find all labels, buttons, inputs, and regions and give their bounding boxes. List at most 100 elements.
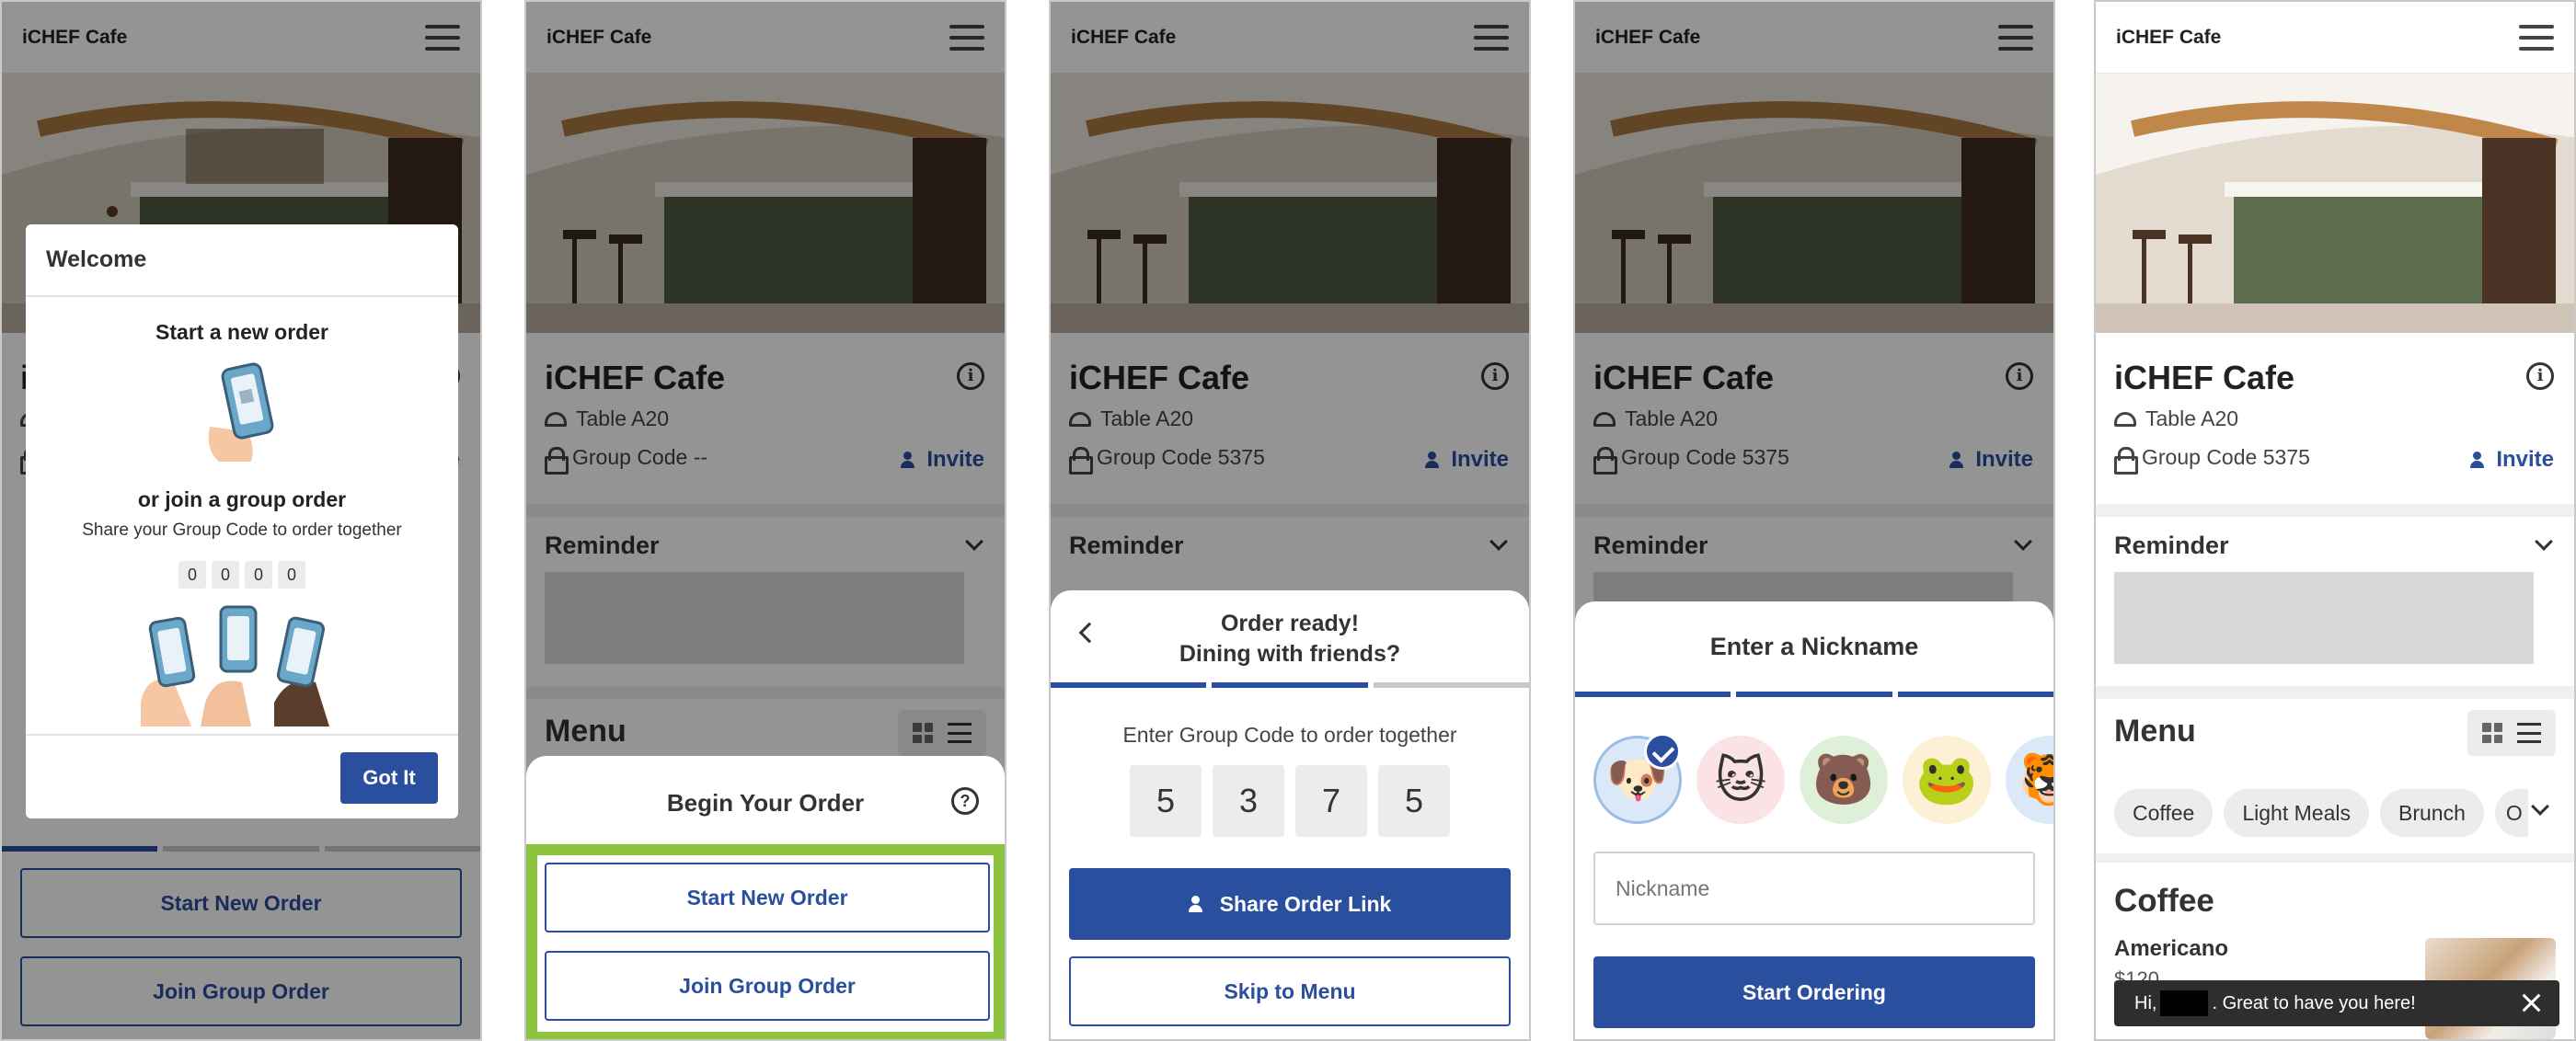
sheet-title-line1: Order ready! [1220, 611, 1360, 636]
flow-screenshots: iCHEF Cafe iCHEF Cafe i Table A20 Gr [0, 0, 2576, 1041]
table-label: Table A20 [2145, 406, 2239, 430]
bear-avatar-glyph: 🐻 [1812, 751, 1875, 807]
phone-hand-icon [208, 362, 274, 462]
screen-menu: iCHEF Cafe iCHEF Cafe i Table A20 Group … [2094, 0, 2576, 1041]
dog-avatar-icon[interactable]: 🐶 [1593, 733, 1682, 824]
toast-prefix: Hi, [2134, 992, 2157, 1013]
chevron-down-icon[interactable] [2535, 532, 2553, 551]
screen-begin-order: iCHEF Cafe iCHEF Cafe i Table A20 Group … [524, 0, 1006, 1041]
cat-avatar-glyph: 🐱 [1714, 752, 1767, 808]
section-divider [2096, 686, 2574, 699]
cafe-interior-illustration [2096, 74, 2574, 333]
screen-nickname: iCHEF Cafe iCHEF Cafe i Table A20 Group … [1573, 0, 2055, 1041]
start-new-order-label: Start New Order [686, 885, 848, 909]
nickname-input[interactable] [1593, 852, 2035, 925]
screen-welcome: iCHEF Cafe iCHEF Cafe i Table A20 Gr [0, 0, 482, 1041]
group-code-digits: 5 3 7 5 [1051, 765, 1529, 837]
categories-expand-icon[interactable] [2531, 797, 2549, 816]
menu-heading: Menu [2114, 714, 2196, 749]
reminder-content [2114, 572, 2534, 664]
table-row: Table A20 [2114, 406, 2238, 431]
section-divider [2096, 853, 2574, 863]
nickname-sheet: Enter a Nickname 🐶 🐱 🐻 🐸 🐯 Start Orderin… [1575, 601, 2053, 1039]
cat-avatar-icon[interactable]: 🐱 [1696, 736, 1785, 824]
share-order-link-label: Share Order Link [1219, 891, 1392, 916]
grid-view-icon[interactable] [2482, 723, 2502, 743]
cafe-hero-image [2096, 74, 2574, 333]
section-divider [2096, 504, 2574, 517]
skip-to-menu-label: Skip to Menu [1224, 978, 1356, 1003]
sheet-title: Enter a Nickname [1709, 633, 1919, 660]
category-tabs: Coffee Light Meals Brunch O [2114, 789, 2528, 837]
welcome-toast: Hi, . Great to have you here! [2114, 980, 2559, 1026]
tray-icon [2114, 411, 2136, 427]
add-person-icon [2470, 452, 2489, 468]
join-subtext: Share your Group Code to order together [82, 520, 402, 540]
code-digit: 0 [278, 561, 305, 589]
join-group-order-button[interactable]: Join Group Order [545, 951, 990, 1021]
reminder-heading: Reminder [2114, 532, 2229, 559]
code-digit: 0 [212, 561, 239, 589]
redacted-name [2160, 990, 2209, 1016]
add-person-icon [1188, 896, 1207, 912]
item-name[interactable]: Americano [2114, 936, 2228, 962]
group-code-label: Group Code 5375 [2142, 445, 2310, 469]
view-toggle[interactable] [2467, 710, 2556, 756]
start-ordering-label: Start Ordering [1742, 979, 1886, 1004]
category-tab-more[interactable]: O [2494, 789, 2528, 837]
code-digit: 5 [1378, 765, 1450, 837]
start-new-order-button[interactable]: Start New Order [545, 863, 990, 932]
category-tab-light-meals[interactable]: Light Meals [2224, 789, 2369, 837]
share-order-link-button[interactable]: Share Order Link [1069, 868, 1511, 940]
sheet-title: Begin Your Order [666, 789, 865, 817]
code-digit: 0 [178, 561, 206, 589]
code-digit: 7 [1295, 765, 1367, 837]
dialog-divider [26, 295, 458, 297]
hamburger-menu-icon[interactable] [2519, 24, 2554, 51]
code-digit: 0 [245, 561, 272, 589]
frog-avatar-icon[interactable]: 🐸 [1903, 736, 1991, 824]
join-heading: or join a group order [137, 487, 347, 511]
screen-group-code: iCHEF Cafe iCHEF Cafe i Table A20 Group … [1049, 0, 1531, 1041]
dialog-title: Welcome [46, 246, 147, 272]
start-ordering-button[interactable]: Start Ordering [1593, 956, 2035, 1028]
sheet-title-line2: Dining with friends? [1179, 641, 1401, 667]
store-info: iCHEF Cafe i Table A20 Group Code 5375 I… [2096, 333, 2574, 1039]
progress-bar [1051, 682, 1529, 688]
dialog-footer-divider [26, 734, 458, 736]
join-group-order-label: Join Group Order [679, 973, 856, 998]
group-code-prompt: Enter Group Code to order together [1122, 723, 1457, 747]
section-heading: Coffee [2114, 883, 2214, 919]
category-tab-brunch[interactable]: Brunch [2379, 789, 2484, 837]
group-code-row: Group Code 5375 [2114, 445, 2310, 475]
group-phones-icon [141, 605, 329, 726]
toast-suffix: . Great to have you here! [2212, 992, 2416, 1013]
store-name: iCHEF Cafe [2114, 359, 2295, 396]
group-order-sheet: Order ready! Dining with friends? Enter … [1051, 590, 1529, 1039]
list-view-icon[interactable] [2517, 723, 2541, 743]
begin-order-sheet: Begin Your Order ? Start New Order Join … [526, 756, 1005, 1039]
code-digit: 3 [1213, 765, 1284, 837]
start-heading: Start a new order [155, 320, 328, 344]
brand-name: iCHEF Cafe [2116, 26, 2222, 48]
welcome-dialog: Welcome Start a new order or join a grou… [26, 224, 458, 818]
close-icon[interactable] [2521, 992, 2541, 1012]
progress-bar [1575, 692, 2053, 697]
bear-avatar-icon[interactable]: 🐻 [1800, 736, 1888, 824]
frog-avatar-glyph: 🐸 [1915, 751, 1978, 807]
sheet-title: Order ready! Dining with friends? [1051, 609, 1529, 669]
info-icon[interactable]: i [2526, 362, 2554, 390]
help-icon[interactable]: ? [951, 787, 979, 815]
group-code-digits: 0 0 0 0 [26, 561, 458, 589]
avatar-picker: 🐶 🐱 🐻 🐸 🐯 [1593, 733, 2053, 824]
tiger-avatar-icon[interactable]: 🐯 [2006, 736, 2053, 824]
skip-to-menu-button[interactable]: Skip to Menu [1069, 956, 1511, 1026]
code-digit: 5 [1130, 765, 1202, 837]
tiger-avatar-glyph: 🐯 [2018, 751, 2053, 809]
top-bar: iCHEF Cafe [2096, 2, 2574, 74]
lock-icon [2114, 446, 2138, 475]
category-tab-coffee[interactable]: Coffee [2114, 789, 2214, 837]
invite-label: Invite [2496, 447, 2554, 472]
invite-button[interactable]: Invite [2470, 447, 2554, 473]
got-it-button[interactable]: Got It [340, 752, 438, 804]
